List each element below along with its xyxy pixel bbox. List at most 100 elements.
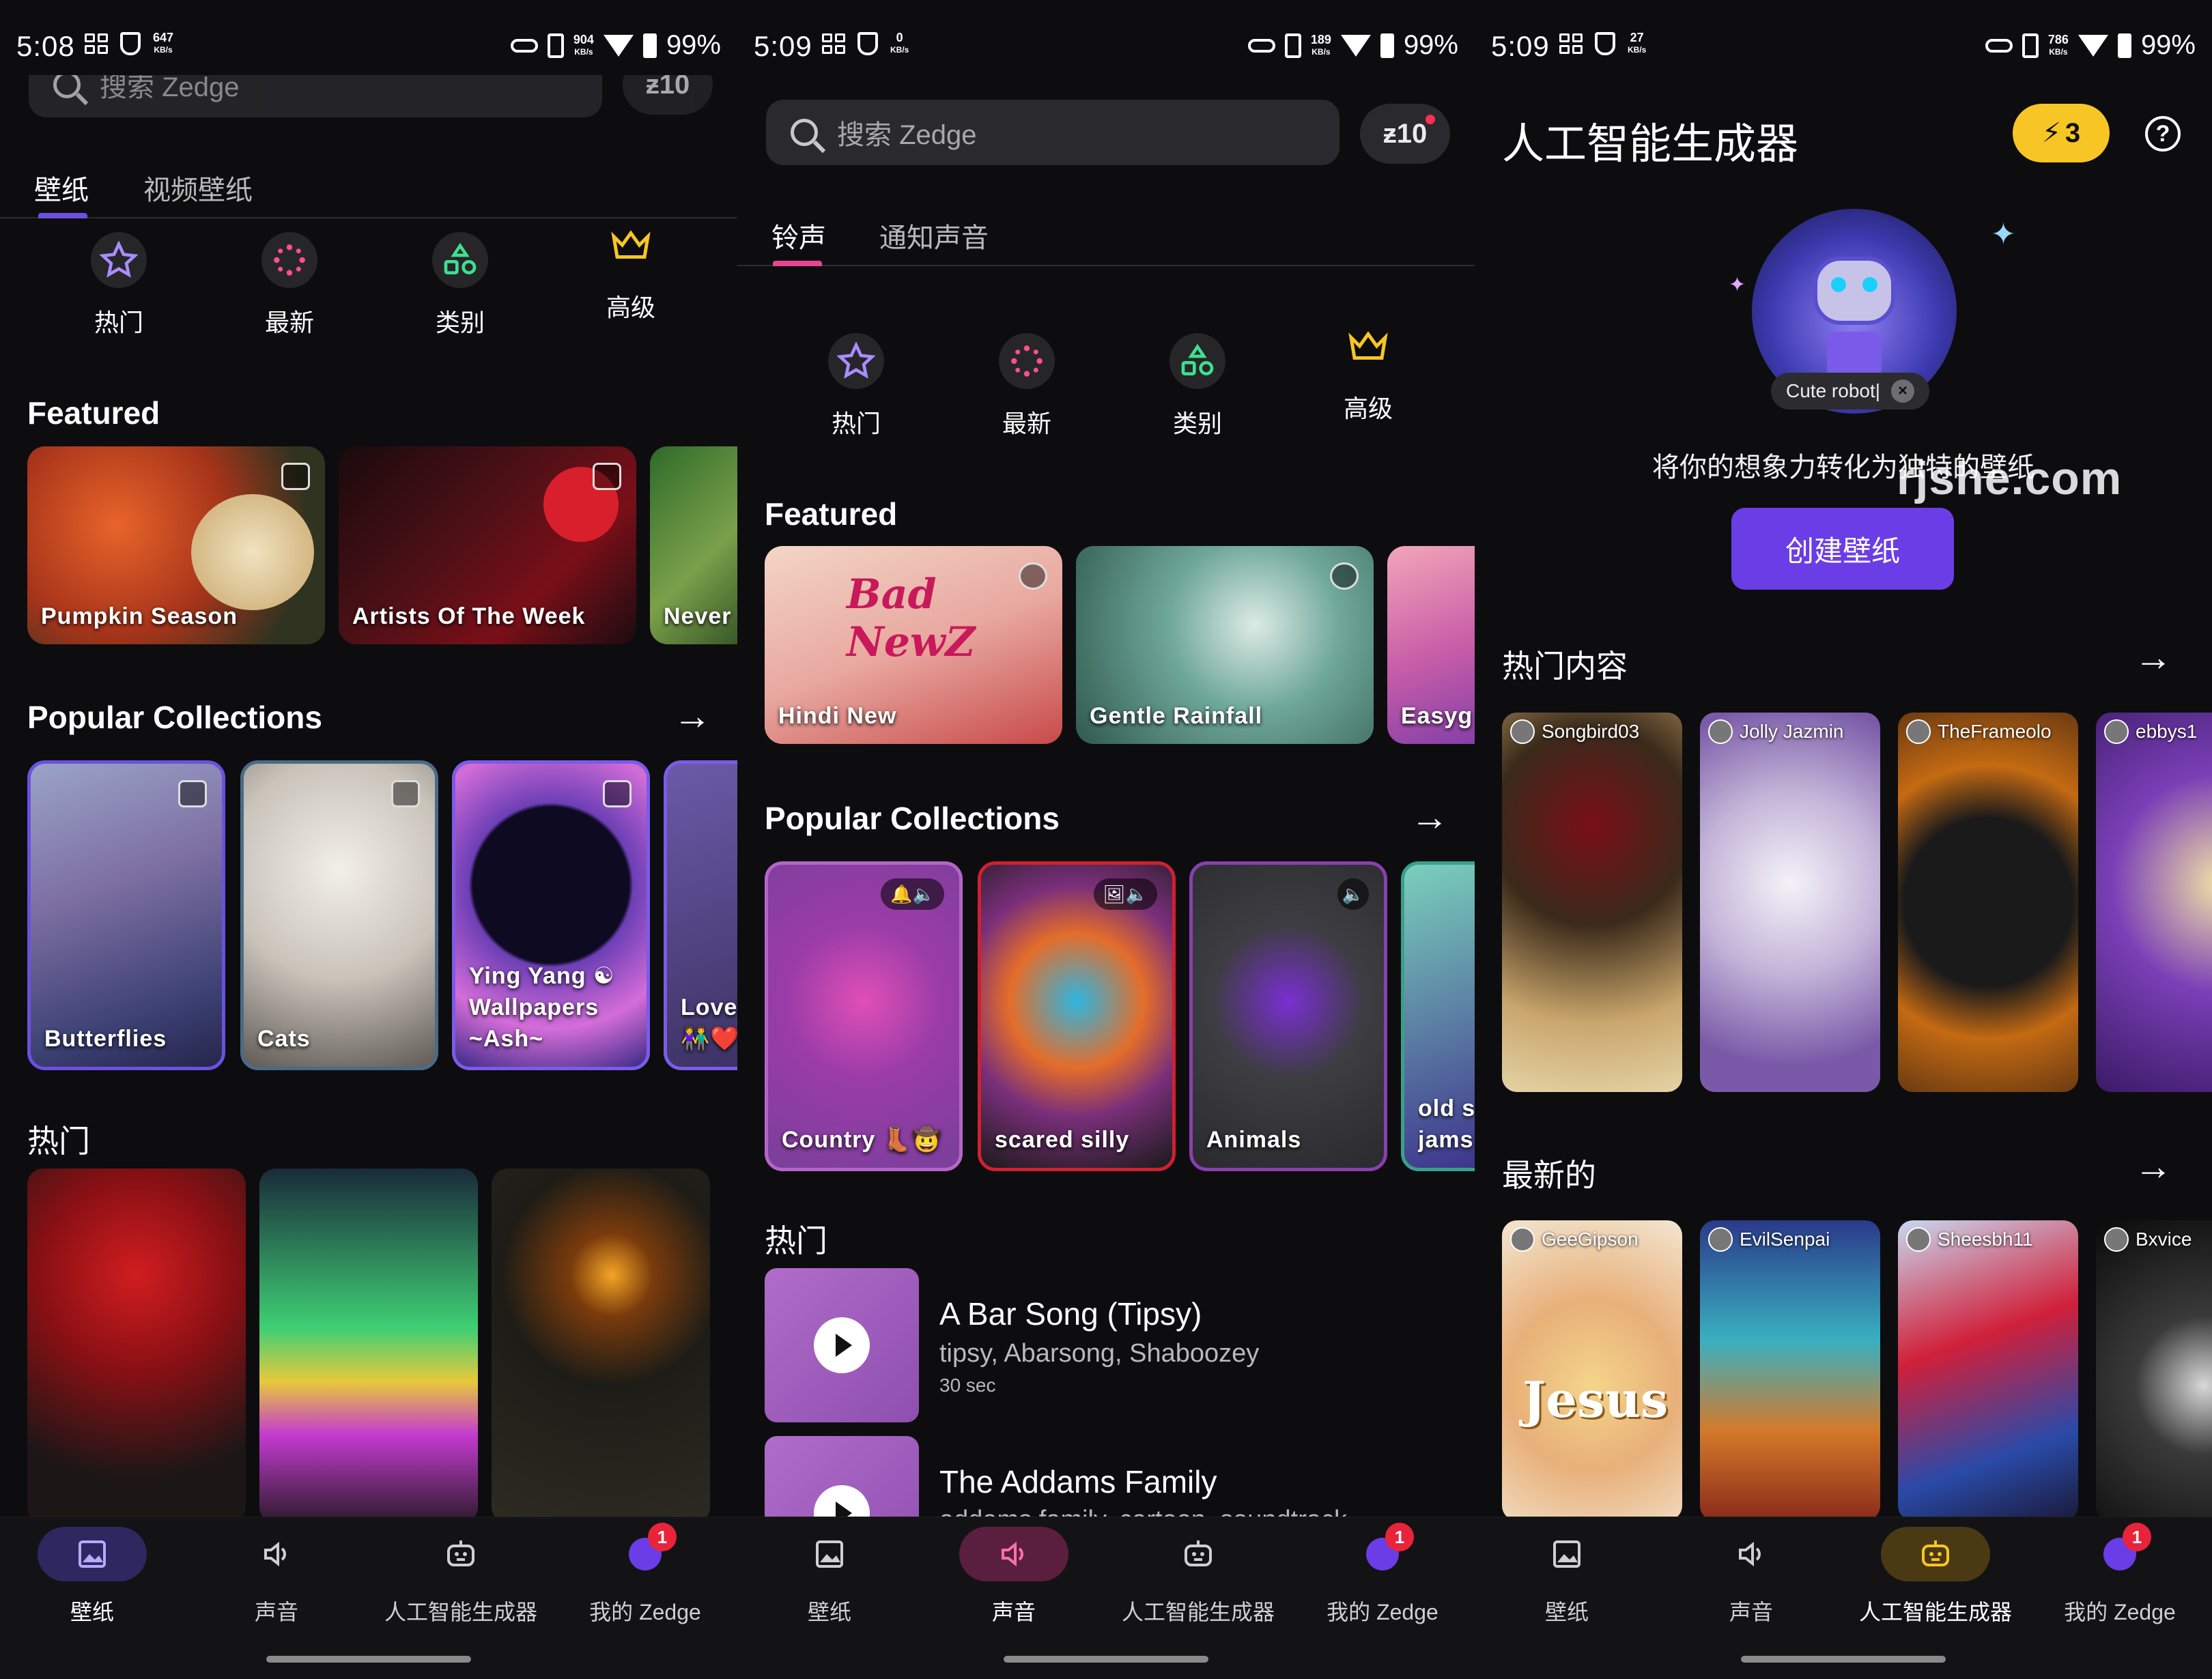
nav-my-zedge[interactable]: 1 我的 Zedge xyxy=(1290,1523,1475,1626)
nav-ai-generator[interactable]: 人工智能生成器 xyxy=(369,1527,553,1626)
category-label: 类别 xyxy=(1172,410,1222,437)
net-speed: 0 KB/s xyxy=(890,31,909,55)
avatar xyxy=(1906,719,1931,744)
image-icon xyxy=(178,780,207,807)
nav-wallpapers[interactable]: 壁纸 xyxy=(737,1527,922,1626)
nav-wallpapers[interactable]: 壁纸 xyxy=(1475,1527,1659,1626)
prompt-chip[interactable]: Cute robot| × xyxy=(1771,373,1930,410)
collection-country[interactable]: 🔔🔈 Country 👢🤠 xyxy=(765,861,963,1171)
category-categories[interactable]: 类别 xyxy=(406,232,515,339)
nav-wallpapers[interactable]: 壁纸 xyxy=(0,1527,184,1626)
category-hot[interactable]: 热门 xyxy=(802,333,911,440)
category-label: 高级 xyxy=(1343,394,1393,422)
featured-card-easyg[interactable]: Easyg xyxy=(1387,546,1475,744)
battery-level: 99% xyxy=(2140,30,2196,60)
status-time: 5:09 xyxy=(1491,30,1550,62)
tile-user: Songbird03 xyxy=(1510,719,1639,744)
media-icons: 🖼🔈 xyxy=(1093,878,1157,910)
featured-card-never[interactable]: Never xyxy=(650,446,737,644)
ai-tile-pumpkin-frame[interactable]: TheFrameolo xyxy=(1898,713,2078,1092)
nav-my-zedge[interactable]: 1 我的 Zedge xyxy=(2028,1523,2212,1626)
status-left-icons: 0 KB/s xyxy=(822,31,909,56)
create-wallpaper-button[interactable]: 创建壁纸 xyxy=(1731,508,1954,590)
collection-scared-silly[interactable]: 🖼🔈 scared silly xyxy=(978,861,1176,1171)
grid-icon xyxy=(822,33,845,54)
collection-animals[interactable]: 🔈 Animals xyxy=(1189,861,1387,1171)
arrow-right-icon[interactable]: → xyxy=(2134,1144,2172,1188)
featured-card-artists[interactable]: Artists Of The Week xyxy=(339,446,636,644)
featured-card-rainfall[interactable]: Gentle Rainfall xyxy=(1076,546,1374,744)
card-label: Hindi New xyxy=(778,703,897,729)
wallpaper-tile-moon[interactable] xyxy=(492,1168,710,1523)
profile-icon: 1 xyxy=(1328,1523,1437,1581)
nav-sounds[interactable]: 声音 xyxy=(1659,1527,1843,1626)
category-label: 最新 xyxy=(264,308,314,336)
ai-tile-robot[interactable]: Sheesbh11 xyxy=(1898,1220,2078,1521)
tile-user: EvilSenpai xyxy=(1708,1227,1830,1252)
shapes-icon xyxy=(1169,333,1225,389)
tab-notification-sounds[interactable]: 通知声音 xyxy=(879,216,989,255)
category-premium[interactable]: 高级 xyxy=(1314,318,1423,425)
category-new[interactable]: 最新 xyxy=(972,333,1081,440)
nav-ai-generator[interactable]: 人工智能生成器 xyxy=(1106,1527,1290,1626)
robot-icon xyxy=(1881,1527,1990,1581)
card-label: Pumpkin Season xyxy=(41,603,238,629)
card-label: Animals xyxy=(1206,1127,1302,1153)
shield-icon xyxy=(1595,32,1615,55)
avatar xyxy=(2104,1227,2129,1252)
key-icon xyxy=(510,38,538,53)
nav-sounds[interactable]: 声音 xyxy=(922,1527,1106,1626)
category-hot[interactable]: 热门 xyxy=(64,232,173,339)
nav-label: 人工智能生成器 xyxy=(1121,1600,1275,1624)
shield-icon xyxy=(857,32,878,55)
image-icon xyxy=(593,463,621,490)
tile-user: Sheesbh11 xyxy=(1906,1227,2033,1252)
zcoin-button[interactable]: ƶ10 xyxy=(1360,104,1450,164)
play-icon[interactable] xyxy=(814,1317,870,1373)
collection-yingyang[interactable]: Ying Yang ☯ Wallpapers ~Ash~ xyxy=(452,760,650,1070)
credits-button[interactable]: ⚡ 3 xyxy=(2013,104,2110,162)
ai-tile-venom[interactable]: Bxvice xyxy=(2096,1220,2212,1521)
collection-lovel[interactable]: Lovel 👫❤️ xyxy=(664,760,737,1070)
close-icon[interactable]: × xyxy=(1891,379,1915,403)
ai-tile-jesus-purple[interactable]: ebbys1 xyxy=(2096,713,2212,1092)
category-premium[interactable]: 高级 xyxy=(576,217,685,324)
card-label: Artists Of The Week xyxy=(352,603,586,629)
ai-tile-meditation[interactable]: EvilSenpai xyxy=(1700,1220,1880,1521)
gesture-bar xyxy=(1741,1656,1946,1663)
card-label: Cats xyxy=(257,1026,311,1052)
ai-tile-jesus-heart[interactable]: GeeGipson Jesus xyxy=(1502,1220,1682,1521)
tab-ringtones[interactable]: 铃声 xyxy=(771,216,826,255)
sparkle-icon: ✦ xyxy=(1991,218,2016,251)
ai-tile-heart[interactable]: Jolly Jazmin xyxy=(1700,713,1880,1092)
wallpaper-tile-deadpool[interactable] xyxy=(27,1168,246,1523)
nav-sounds[interactable]: 声音 xyxy=(184,1527,369,1626)
featured-card-pumpkin[interactable]: Pumpkin Season xyxy=(27,446,325,644)
vibrate-icon xyxy=(1284,33,1301,58)
search-bar[interactable]: 搜索 Zedge xyxy=(766,100,1339,165)
wallpaper-tile-ghost[interactable] xyxy=(259,1168,478,1523)
collection-butterflies[interactable]: Butterflies xyxy=(27,760,225,1070)
category-new[interactable]: 最新 xyxy=(235,232,344,339)
nav-my-zedge[interactable]: 1 我的 Zedge xyxy=(553,1523,737,1626)
help-icon[interactable]: ? xyxy=(2145,116,2181,152)
battery-level: 99% xyxy=(666,30,721,60)
arrow-right-icon[interactable]: → xyxy=(673,693,711,738)
vibrate-icon xyxy=(2022,33,2039,58)
arrow-right-icon[interactable]: → xyxy=(2134,635,2172,679)
wifi-icon xyxy=(603,34,634,57)
category-categories[interactable]: 类别 xyxy=(1143,333,1252,440)
ai-tile-roses[interactable]: Songbird03 xyxy=(1502,713,1682,1092)
featured-card-hindi[interactable]: Bad NewZ Hindi New xyxy=(765,546,1062,744)
nav-label: 声音 xyxy=(1729,1600,1773,1624)
nav-label: 我的 Zedge xyxy=(1327,1600,1438,1624)
tab-wallpaper[interactable]: 壁纸 xyxy=(34,168,89,207)
tab-video-wallpaper[interactable]: 视频壁纸 xyxy=(143,168,253,207)
net-speed: 27 KB/s xyxy=(1628,31,1647,55)
collection-old-jams[interactable]: old s jams xyxy=(1401,861,1475,1171)
nav-ai-generator[interactable]: 人工智能生成器 xyxy=(1843,1527,2028,1626)
wifi-icon xyxy=(1340,34,1371,57)
collection-cats[interactable]: Cats xyxy=(240,760,438,1070)
arrow-right-icon[interactable]: → xyxy=(1410,794,1449,839)
category-label: 高级 xyxy=(606,293,655,321)
